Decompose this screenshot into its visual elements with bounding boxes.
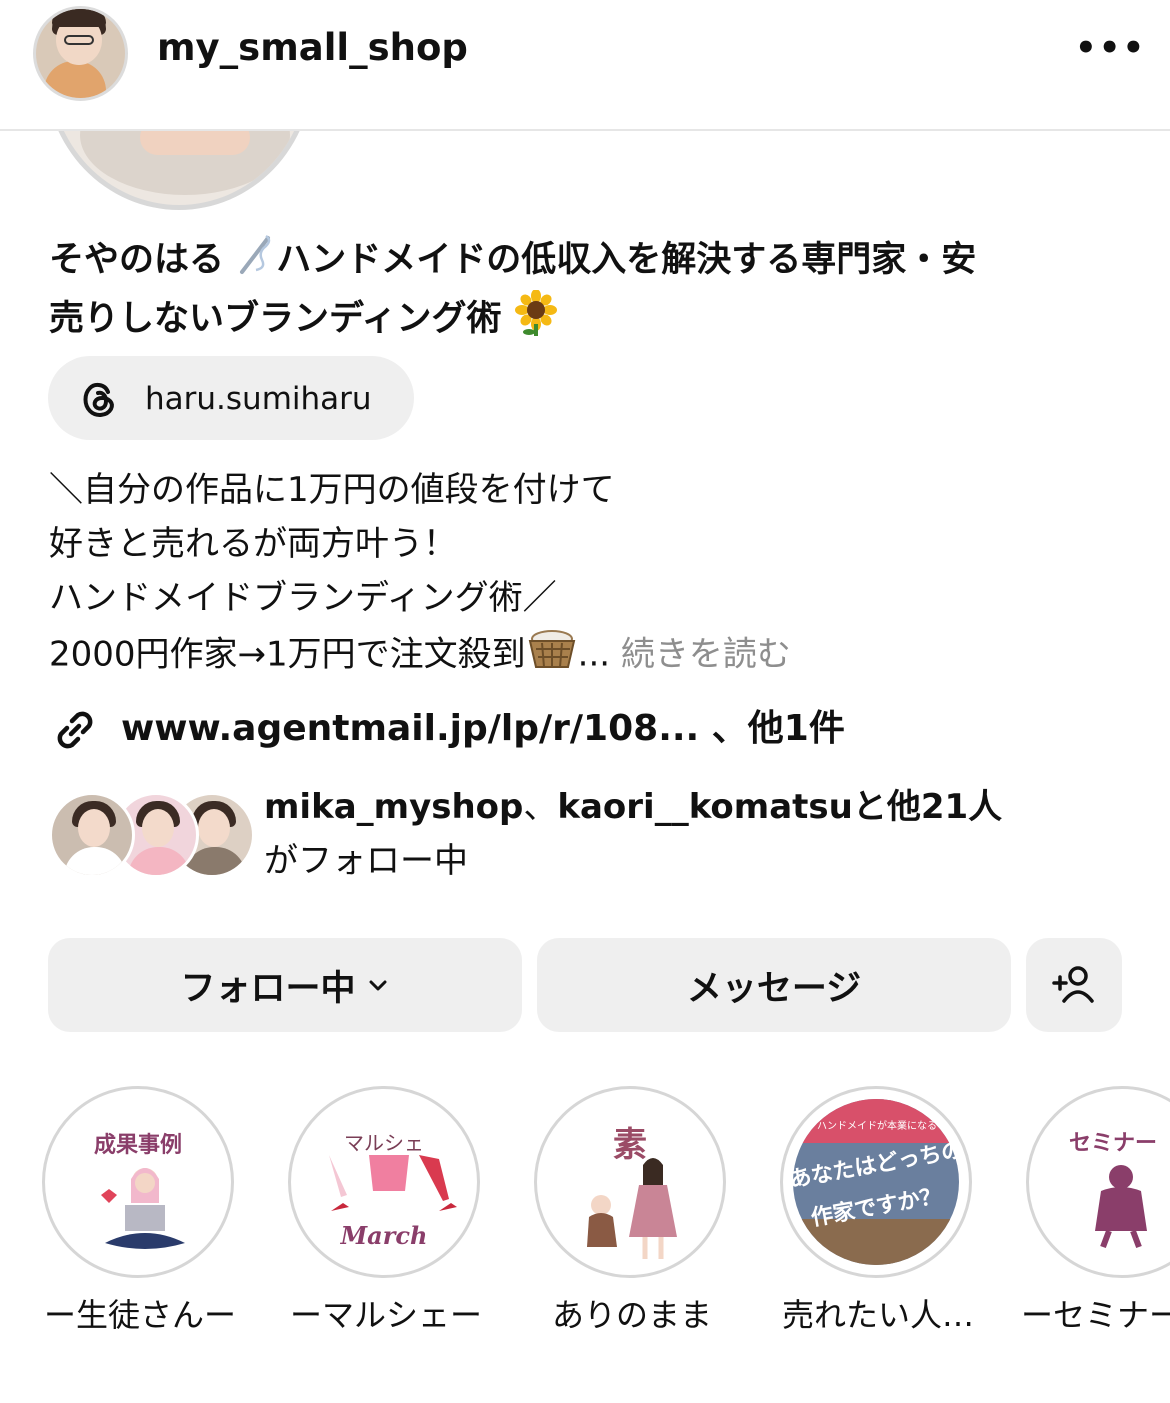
highlight-cover-title: 成果事例	[93, 1133, 182, 1158]
link-icon	[57, 711, 93, 749]
highlight-4[interactable]: ハンドメイドが本業になる あなたはどっちの 作家ですか？	[780, 1086, 976, 1278]
highlight-label-2[interactable]: ーマルシェー	[283, 1290, 489, 1336]
highlight-3[interactable]: 素	[534, 1086, 730, 1278]
chevron-down-icon	[369, 980, 386, 991]
avatar-glasses	[64, 35, 94, 45]
mother-child-illustration	[587, 1158, 677, 1259]
highlight-2[interactable]: マルシェ March	[288, 1086, 484, 1278]
highlight-label-4[interactable]: 売れたい人…	[775, 1290, 981, 1336]
mutual-followers-avatars[interactable]	[49, 790, 255, 880]
highlight-cover-script: March	[340, 1221, 428, 1250]
woman-laptop-illustration	[101, 1168, 185, 1249]
mutual-user-1[interactable]: mika_myshop	[264, 787, 523, 827]
bio-line-3: ハンドメイドブランディング術／	[49, 578, 557, 618]
bio-ellipsis: ...	[577, 634, 611, 675]
link-url[interactable]: www.agentmail.jp/lp/r/108... 、他1件	[121, 704, 845, 754]
legs-illustration	[329, 1155, 457, 1211]
profile-header: my_small_shop •••	[0, 0, 1170, 131]
highlight-cover[interactable]: マルシェ March	[288, 1086, 480, 1278]
mutual-user-2[interactable]: kaori__komatsu	[557, 787, 852, 827]
basket-icon	[526, 625, 578, 687]
bio-text: ＼自分の作品に1万円の値段を付けて 好きと売れるが両方叶う！ ハンドメイドブラン…	[49, 463, 1149, 687]
avatar-cat	[44, 61, 106, 98]
highlight-banner-text: ハンドメイドが本業になる	[817, 1121, 937, 1132]
add-user-icon	[1052, 966, 1094, 1003]
following-button[interactable]: フォロー中	[48, 938, 522, 1032]
more-horizontal-icon[interactable]: •••	[1075, 28, 1144, 68]
highlight-cover[interactable]: 素	[534, 1086, 726, 1278]
message-label: メッセージ	[686, 968, 862, 1009]
mutual-separator: 、	[523, 787, 558, 827]
mutual-others[interactable]: と他21人	[853, 787, 1002, 827]
name-headline-2: 売りしないブランディング術	[49, 299, 502, 339]
mutual-followers-text[interactable]: mika_myshop、kaori__komatsuと他21人 がフォロー中	[264, 780, 1144, 888]
speaker-illustration	[1095, 1165, 1147, 1249]
highlight-cover[interactable]: ハンドメイドが本業になる あなたはどっちの 作家ですか？	[780, 1086, 972, 1278]
highlight-label-1[interactable]: ー生徒さんー	[37, 1290, 243, 1336]
add-user-button[interactable]	[1026, 938, 1122, 1032]
header-username[interactable]: my_small_shop	[157, 26, 468, 69]
avatar	[49, 792, 135, 878]
highlight-1[interactable]: 成果事例	[42, 1086, 238, 1278]
highlight-cover-title: セミナー	[1069, 1131, 1158, 1156]
message-button[interactable]: メッセージ	[537, 938, 1011, 1032]
bio-line-4-text: 2000円作家→1万円で注文殺到	[49, 634, 526, 675]
name-main: そやのはる	[49, 240, 225, 280]
name-headline: ハンドメイドの低収入を解決する専門家・安	[276, 240, 977, 280]
bio-line-4: 2000円作家→1万円で注文殺到 ... 続きを読む	[49, 625, 1149, 687]
threads-handle[interactable]: haru.sumiharu	[145, 378, 372, 420]
thread-needle-icon	[236, 232, 276, 290]
following-label: フォロー中	[180, 968, 356, 1009]
bio-line-2: 好きと売れるが両方叶う！	[49, 524, 457, 564]
sunflower-icon	[514, 289, 558, 350]
read-more-link[interactable]: 続きを読む	[621, 635, 791, 675]
highlight-cover[interactable]: セミナー	[1026, 1086, 1170, 1278]
link-url-text[interactable]: www.agentmail.jp/lp/r/108...	[121, 708, 699, 749]
header-avatar[interactable]	[33, 6, 128, 101]
bio-line-1: ＼自分の作品に1万円の値段を付けて	[49, 470, 615, 510]
profile-name: そやのはる ハンドメイドの低収入を解決する専門家・安 売りしないブランディング術	[49, 232, 1149, 350]
avatar-fringe	[52, 9, 106, 27]
threads-icon[interactable]	[78, 378, 120, 420]
highlight-label-5[interactable]: ーセミナー	[1021, 1290, 1170, 1336]
highlight-cover[interactable]: 成果事例	[42, 1086, 234, 1278]
highlight-label-3[interactable]: ありのまま	[529, 1290, 735, 1336]
highlight-5[interactable]: セミナー	[1026, 1086, 1170, 1278]
link-more-count[interactable]: 、他1件	[712, 708, 845, 749]
mutual-suffix: がフォロー中	[264, 841, 468, 881]
